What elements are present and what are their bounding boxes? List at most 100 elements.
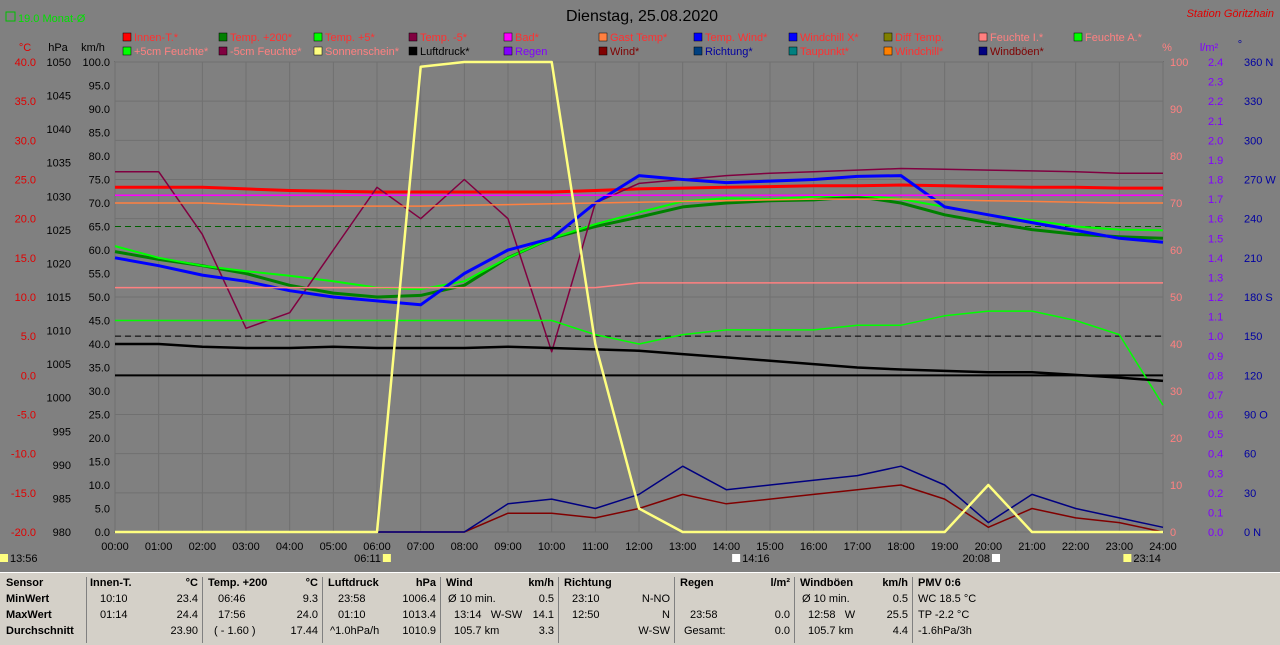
pct-tick-label: 70 (1170, 198, 1182, 210)
stat-unit: °C (305, 577, 318, 589)
stat-time: 105.7 km (808, 625, 854, 637)
time-tick-label: 18:00 (887, 541, 915, 553)
dir-tick-label: 150 (1244, 331, 1262, 343)
time-tick-label: 21:00 (1018, 541, 1046, 553)
stat-value: WC 18.5 °C (918, 593, 977, 605)
time-tick-label: 09:00 (494, 541, 522, 553)
stat-title: Windböen (800, 577, 854, 589)
stat-value: TP -2.2 °C (918, 609, 970, 621)
legend-label: Windchill* (895, 46, 944, 58)
time-tick-label: 06:00 (363, 541, 391, 553)
temp-tick-label: 35.0 (15, 96, 36, 108)
dir-tick-label: 300 (1244, 135, 1262, 147)
legend-swatch (218, 32, 228, 42)
press-tick-label: 1045 (47, 91, 71, 103)
stat-time: Ø 10 min. (802, 593, 850, 605)
now-marker: 13:56 (10, 553, 38, 565)
temp-tick-label: 10.0 (15, 292, 36, 304)
rain-tick-label: 2.2 (1208, 96, 1223, 108)
pct-tick-label: 50 (1170, 292, 1182, 304)
stats-panel: Sensor MinWert MaxWert Durchschnitt Inne… (0, 572, 1280, 645)
stat-value: 4.4 (892, 625, 908, 637)
pct-tick-label: 0 (1170, 527, 1176, 539)
stat-title: Regen (680, 577, 714, 589)
stat-time: 17:56 (218, 609, 246, 621)
weather-chart: 19.0 Monat-Ø Dienstag, 25.08.2020 Statio… (0, 0, 1280, 572)
legend-swatch (503, 46, 513, 56)
press-tick-label: 1005 (47, 359, 71, 371)
dir-tick-label: 90 O (1244, 410, 1268, 422)
stat-title: Wind (446, 577, 473, 589)
rain-tick-label: 0.7 (1208, 390, 1223, 402)
speed-tick-label: 75.0 (89, 175, 110, 187)
speed-tick-label: 25.0 (89, 410, 110, 422)
legend-label: Luftdruck* (420, 46, 470, 58)
speed-tick-label: 95.0 (89, 81, 110, 93)
sunrise-marker-icon (382, 554, 391, 562)
temp-tick-label: 15.0 (15, 253, 36, 265)
time-tick-label: 12:00 (625, 541, 653, 553)
stat-value: 14.1 (532, 609, 554, 621)
station-name: Station Göritzhain (1187, 8, 1274, 20)
rain-tick-label: 0.8 (1208, 370, 1223, 382)
stat-value: 1006.4 (402, 593, 436, 605)
stat-unit: °C (185, 577, 198, 589)
press-tick-label: 1030 (47, 191, 71, 203)
press-tick-label: 990 (53, 460, 71, 472)
legend-label: -5cm Feuchte* (230, 46, 302, 58)
stat-time: 23:58 (690, 609, 718, 621)
sunset-marker-icon (992, 554, 1001, 562)
stat-value: 17.44 (290, 625, 318, 637)
stat-value: 3.3 (538, 625, 554, 637)
dir-tick-label: 0 N (1244, 527, 1261, 539)
stat-value: 0.0 (774, 625, 790, 637)
stat-value: 25.5 (886, 609, 908, 621)
stat-value: 0.0 (774, 609, 790, 621)
stat-unit: km/h (882, 577, 908, 589)
press-tick-label: 1035 (47, 158, 71, 170)
legend-swatch (408, 32, 418, 42)
legend-label: Bad* (515, 32, 540, 44)
press-tick-label: 1050 (47, 57, 71, 69)
speed-tick-label: 15.0 (89, 457, 110, 469)
rain-tick-label: 2.0 (1208, 135, 1223, 147)
temp-tick-label: 30.0 (15, 135, 36, 147)
press-tick-label: 1020 (47, 258, 71, 270)
rain-tick-label: 1.6 (1208, 214, 1223, 226)
monthly-average: 19.0 Monat-Ø (18, 13, 86, 25)
legend-swatch (122, 46, 132, 56)
legend-label: Windchill X* (800, 32, 859, 44)
stat-time: 23:10 (572, 593, 600, 605)
stat-title: PMV 0:6 (918, 577, 961, 589)
time-tick-label: 22:00 (1062, 541, 1090, 553)
pct-tick-label: 90 (1170, 104, 1182, 116)
legend-label: +5cm Feuchte* (134, 46, 209, 58)
time-tick-label: 00:00 (101, 541, 129, 553)
stat-value: 1010.9 (402, 625, 436, 637)
stat-time: Ø 10 min. (448, 593, 496, 605)
dir-tick-label: 120 (1244, 370, 1262, 382)
pct-tick-label: 80 (1170, 151, 1182, 163)
solarnoon-marker-icon (732, 554, 741, 562)
press-tick-label: 1025 (47, 225, 71, 237)
pct-tick-label: 100 (1170, 57, 1188, 69)
temp-tick-label: 5.0 (21, 331, 36, 343)
stat-time: 13:14 W-SW (454, 609, 523, 621)
rain-tick-label: 1.1 (1208, 312, 1223, 324)
rain-tick-label: 1.5 (1208, 233, 1223, 245)
legend-swatch (788, 32, 798, 42)
stats-sensor-column: Sensor MinWert MaxWert Durchschnitt (6, 577, 87, 643)
stat-value: N (662, 609, 670, 621)
stat-title: Innen-T. (90, 577, 132, 589)
rain-tick-label: 1.4 (1208, 253, 1223, 265)
stat-time: 105.7 km (454, 625, 500, 637)
legend-swatch (122, 32, 132, 42)
speed-tick-label: 50.0 (89, 292, 110, 304)
time-tick-label: 04:00 (276, 541, 304, 553)
stat-value: 24.4 (176, 609, 198, 621)
stats-windboen: Windböen km/h Ø 10 min. 0.5 12:58 W 25.5 10… (800, 577, 913, 643)
stats-luftdruck: Luftdruck hPa 23:58 1006.4 01:10 1013.4 ^1.… (328, 577, 441, 643)
row-label-avg: Durchschnitt (6, 625, 74, 637)
temp-unit: °C (19, 42, 31, 54)
pct-tick-label: 60 (1170, 245, 1182, 257)
